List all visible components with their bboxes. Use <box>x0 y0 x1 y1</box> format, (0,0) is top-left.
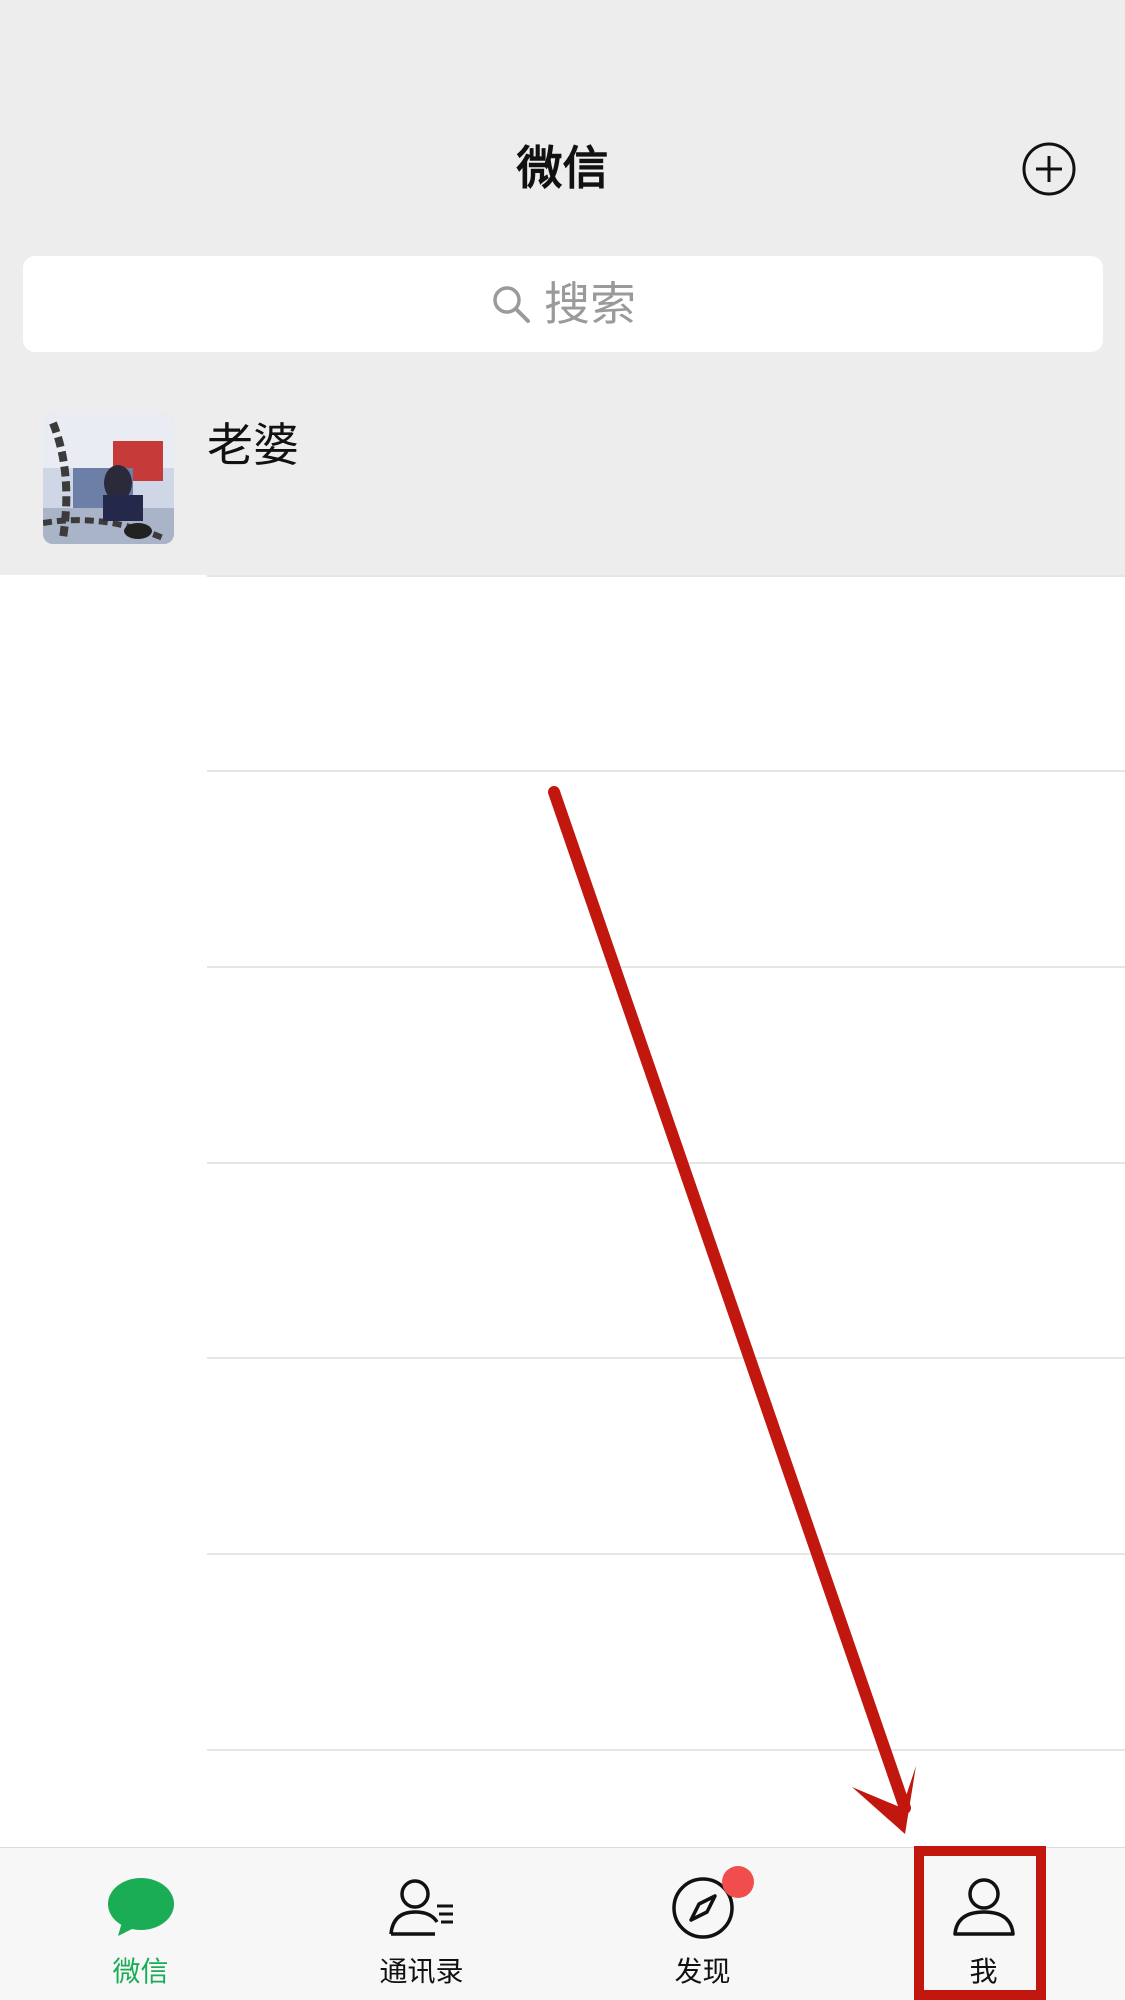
tab-discover[interactable]: 发现 <box>562 1848 843 2000</box>
notification-badge <box>722 1866 754 1898</box>
list-divider <box>207 1553 1125 1555</box>
chat-list-item[interactable]: 老婆 <box>0 395 1125 575</box>
contacts-icon <box>388 1879 453 1936</box>
list-divider <box>207 575 1125 577</box>
search-placeholder: 搜索 <box>544 277 636 331</box>
highlight-box <box>914 1846 1046 2000</box>
list-divider <box>207 770 1125 772</box>
page-title: 微信 <box>516 141 609 195</box>
header-area: 微信 搜索 老婆 <box>0 0 1125 575</box>
chat-name: 老婆 <box>207 418 299 472</box>
tab-chats[interactable]: 微信 <box>0 1848 281 2000</box>
list-divider <box>207 966 1125 968</box>
tab-label: 微信 <box>112 1955 169 1988</box>
plus-circle-icon[interactable] <box>1021 141 1077 197</box>
search-bar[interactable]: 搜索 <box>23 256 1103 352</box>
tab-contacts[interactable]: 通讯录 <box>281 1848 562 2000</box>
tab-label: 通讯录 <box>379 1955 464 1988</box>
chat-bubble-icon <box>107 1878 174 1936</box>
list-divider <box>207 1162 1125 1164</box>
contact-avatar <box>43 413 174 544</box>
list-divider <box>207 1749 1125 1751</box>
search-icon <box>493 286 530 323</box>
tab-label: 发现 <box>674 1955 731 1988</box>
list-divider <box>207 1357 1125 1359</box>
